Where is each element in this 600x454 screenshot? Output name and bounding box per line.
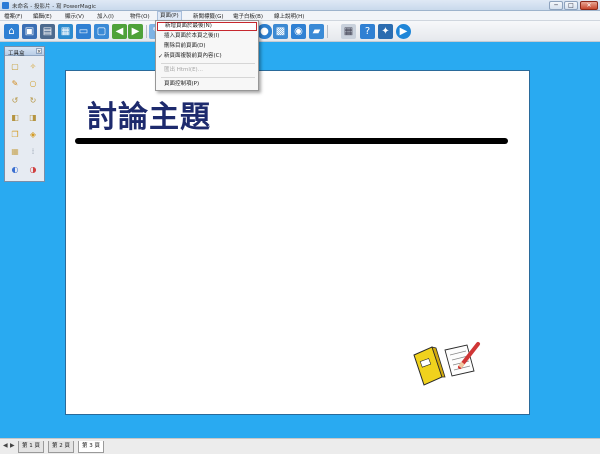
menu-item-export-html: 匯出 Html(E)... xyxy=(164,67,203,73)
photo-icon[interactable]: ▩ xyxy=(273,24,288,39)
page-tab-2[interactable]: 第 2 頁 xyxy=(48,441,74,453)
tools-icon[interactable]: ✦ xyxy=(378,24,393,39)
menu-item-copy-previous-content-label: 新頁面複製前頁內容(C) xyxy=(164,53,222,59)
back-icon[interactable]: ◀ xyxy=(112,24,127,39)
save-icon[interactable]: ▣ xyxy=(22,24,37,39)
menu-item-insert-page-after[interactable]: 插入頁面於本頁之後(I) xyxy=(157,32,257,41)
user-icon[interactable]: ● xyxy=(257,24,272,39)
copy-icon[interactable]: ❐ xyxy=(9,129,21,141)
menu-object[interactable]: 物件(O) xyxy=(128,12,152,20)
folder-icon[interactable]: ▰ xyxy=(309,24,324,39)
page-tab-3[interactable]: 第 3 頁 xyxy=(78,441,104,453)
page-tab-1[interactable]: 第 1 頁 xyxy=(18,441,44,453)
screen-icon[interactable]: ▢ xyxy=(94,24,109,39)
menu-whiteboard[interactable]: 電子白板(B) xyxy=(231,12,265,20)
close-button[interactable]: ✕ xyxy=(580,1,598,10)
toolbox-panel[interactable]: 工具盒 × ▢ ✧ ✎ ○ ↺ ↻ ◧ ◨ ❐ ◈ ▦ ⁞ ◐ ◑ xyxy=(4,46,45,182)
wand-icon[interactable]: ✧ xyxy=(27,61,39,73)
align-icon[interactable]: ▦ xyxy=(9,146,21,158)
toolbar-separator xyxy=(327,25,328,38)
menu-news-tags[interactable]: 新聞標籤(G) xyxy=(191,12,226,20)
menu-file[interactable]: 檔案(F) xyxy=(2,12,24,20)
canvas-area[interactable]: 討論主題 工具盒 × ▢ ✧ ✎ ○ ↺ ↻ ◧ ◨ ❐ ◈ ▦ ⁞ ◐ ◑ xyxy=(0,42,600,438)
slide[interactable]: 討論主題 xyxy=(65,70,530,415)
slide-divider xyxy=(75,138,508,144)
play-icon[interactable]: ▶ xyxy=(396,24,411,39)
minimize-button[interactable]: ─ xyxy=(549,1,563,10)
slide-title[interactable]: 討論主題 xyxy=(87,92,211,136)
menu-edit[interactable]: 編輯(E) xyxy=(31,12,54,20)
menu-separator xyxy=(161,77,255,78)
next-page-arrow[interactable]: ▶ xyxy=(10,442,16,450)
toolbar-separator xyxy=(146,25,147,38)
toolbox-close-button[interactable]: × xyxy=(36,48,42,55)
book-and-pencil-clipart[interactable] xyxy=(412,341,484,386)
window-title: 未命名 - 投影片 - 寫 PowerMagic xyxy=(12,4,96,10)
rotate-left-icon[interactable]: ↺ xyxy=(9,95,21,107)
menu-item-page-controls[interactable]: 頁面控制項(P) xyxy=(157,80,257,89)
prev-page-arrow[interactable]: ◀ xyxy=(3,442,9,450)
toggle-b-icon[interactable]: ◑ xyxy=(27,164,39,176)
menu-item-copy-previous-content[interactable]: ✓ 新頁面複製前頁內容(C) xyxy=(157,52,257,61)
title-bar: 未命名 - 投影片 - 寫 PowerMagic ─ □ ✕ xyxy=(0,0,600,11)
layers-icon[interactable]: ⁞ xyxy=(27,146,39,158)
rotate-right-icon[interactable]: ↻ xyxy=(27,95,39,107)
help-icon[interactable]: ? xyxy=(360,24,375,39)
menu-item-add-page-at-end[interactable]: 新增頁面於最後(N) xyxy=(157,22,257,31)
menu-item-delete-page[interactable]: 刪除目前頁面(D) xyxy=(157,42,257,51)
home-icon[interactable]: ⌂ xyxy=(4,24,19,39)
flip-left-icon[interactable]: ◧ xyxy=(9,112,21,124)
toolbox-header[interactable]: 工具盒 × xyxy=(5,47,44,57)
calendar-icon[interactable]: ▦ xyxy=(341,24,356,39)
toggle-a-icon[interactable]: ◐ xyxy=(9,164,21,176)
pencil-icon[interactable]: ✎ xyxy=(9,78,21,90)
maximize-button[interactable]: □ xyxy=(564,1,578,10)
page-tab-bar: ◀ ▶ 第 1 頁 第 2 頁 第 3 頁 xyxy=(0,438,600,454)
webcam-icon[interactable]: ◉ xyxy=(291,24,306,39)
menu-insert[interactable]: 加入(I) xyxy=(95,12,116,20)
app-icon xyxy=(2,2,9,9)
flip-right-icon[interactable]: ◨ xyxy=(27,112,39,124)
menu-help[interactable]: 線上說明(H) xyxy=(272,12,306,20)
page-icon[interactable]: ▢ xyxy=(9,61,21,73)
image-icon[interactable]: ▦ xyxy=(58,24,73,39)
menu-separator xyxy=(161,63,255,64)
forward-icon[interactable]: ▶ xyxy=(128,24,143,39)
menu-bar: 檔案(F) 編輯(E) 顯示(V) 加入(I) 物件(O) 頁面(P) 新聞標籤… xyxy=(0,11,600,21)
group-icon[interactable]: ◈ xyxy=(27,129,39,141)
checkmark-icon: ✓ xyxy=(158,53,164,60)
circle-icon[interactable]: ○ xyxy=(27,78,39,90)
toolbox-title: 工具盒 xyxy=(8,50,25,57)
main-toolbar: ⌂ ▣ ▤ ▦ ▭ ▢ ◀ ▶ ✎ ● ▩ ◉ ▰ ▦ ? ✦ ▶ xyxy=(0,21,600,42)
print-icon[interactable]: ▤ xyxy=(40,24,55,39)
menu-view[interactable]: 顯示(V) xyxy=(63,12,86,20)
slideshow-icon[interactable]: ▭ xyxy=(76,24,91,39)
page-menu-dropdown: 新增頁面於最後(N) 插入頁面於本頁之後(I) 刪除目前頁面(D) ✓ 新頁面複… xyxy=(155,20,259,91)
